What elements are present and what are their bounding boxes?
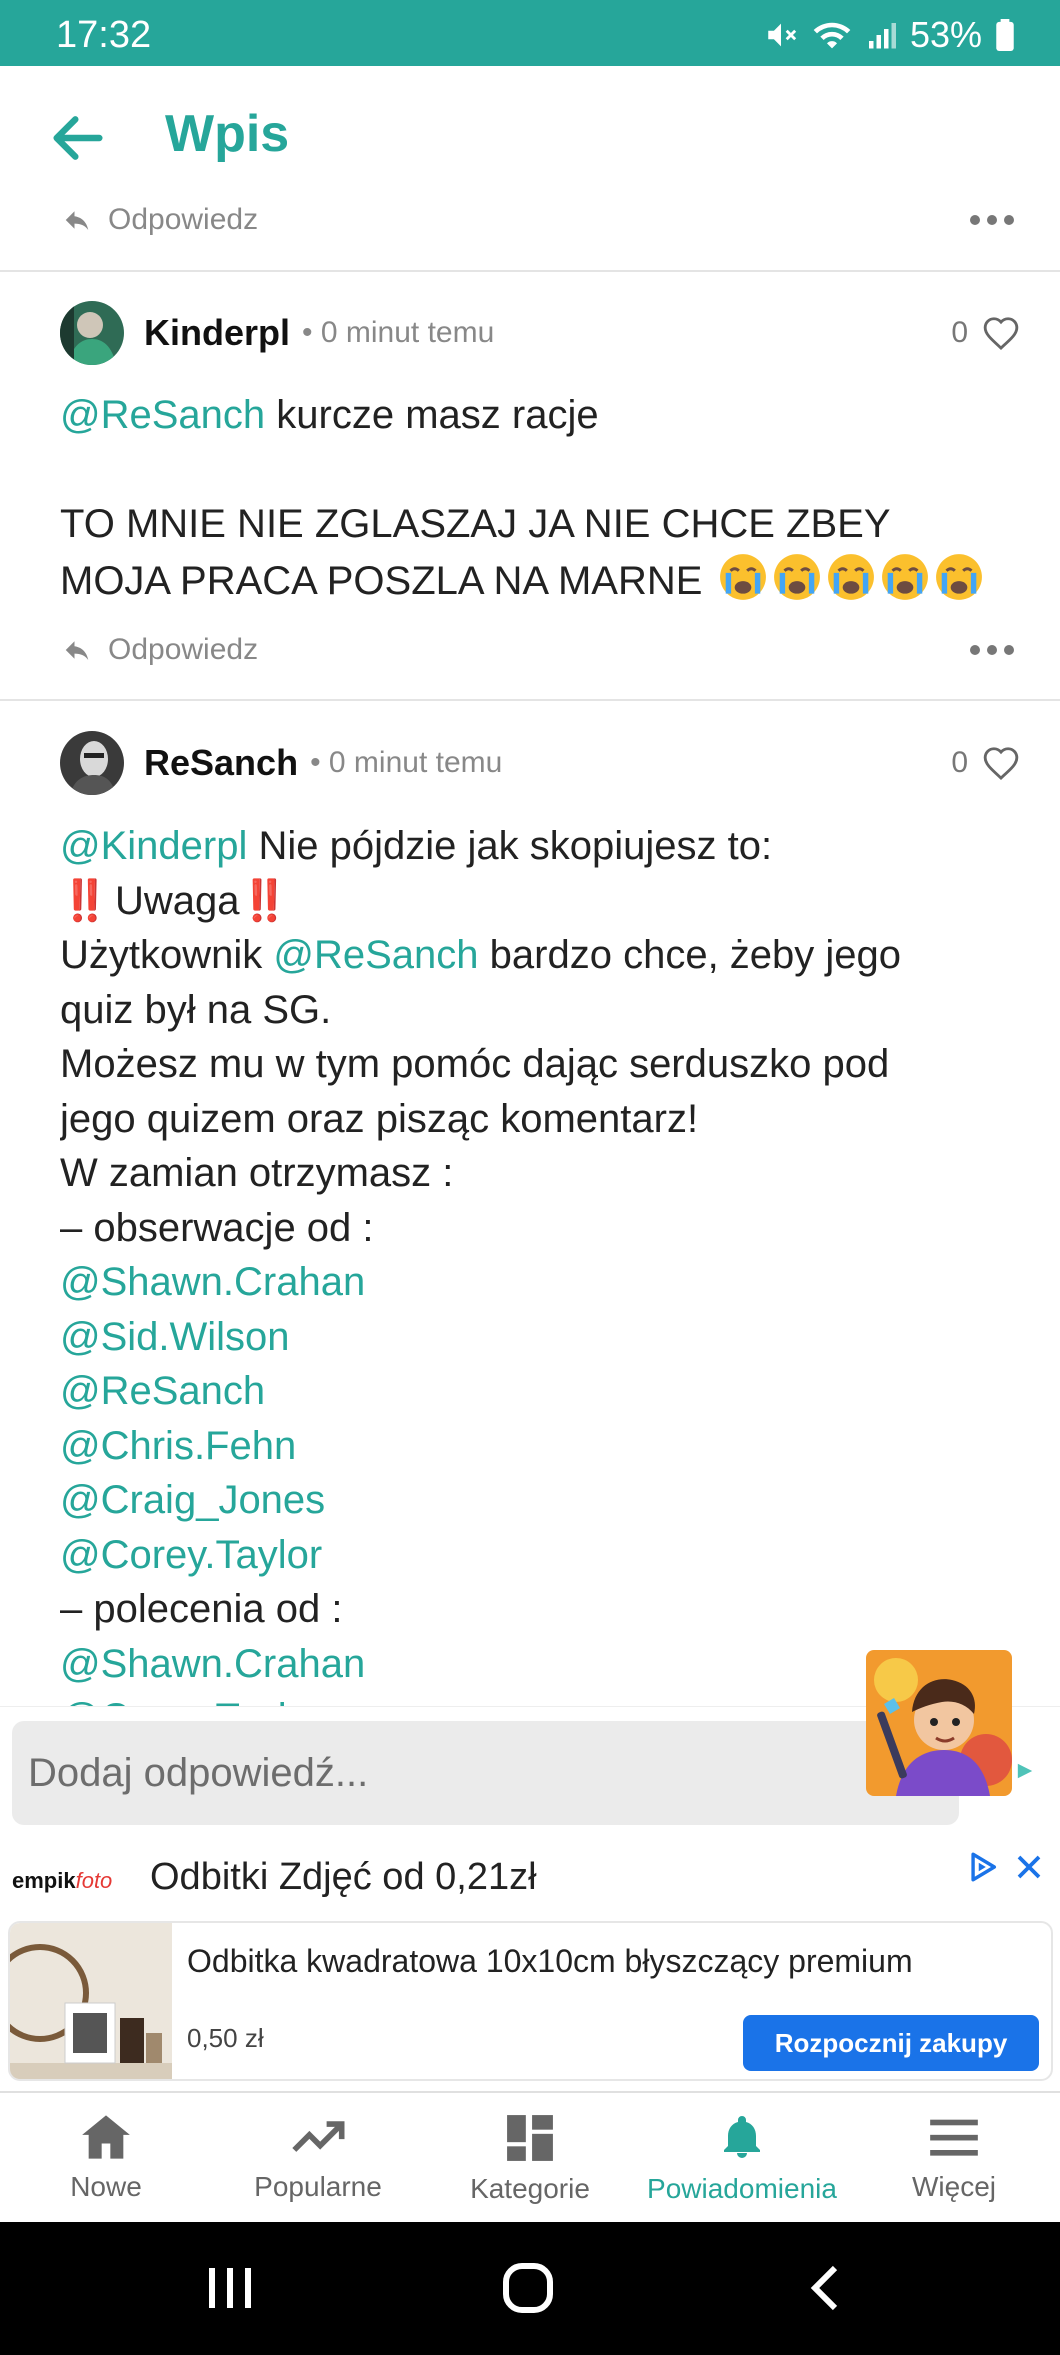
reply-icon xyxy=(65,641,89,660)
reply-button[interactable]: Odpowiedz xyxy=(60,195,258,245)
comment-author[interactable]: Kinderpl xyxy=(144,312,290,354)
ad-indicator-icon xyxy=(1017,1763,1033,1779)
like-count: 0 xyxy=(951,316,968,349)
bell-icon xyxy=(724,2116,760,2158)
reply-input[interactable] xyxy=(12,1721,959,1825)
crying-emoji-icon xyxy=(935,553,982,600)
comment-header: ReSanch • 0 minut temu xyxy=(60,730,502,796)
nav-item-kategorie[interactable]: Kategorie xyxy=(424,2093,636,2222)
crying-emoji-icon xyxy=(827,553,874,600)
comment-text: @ReSanch kurcze masz racje TO MNIE NIE Z… xyxy=(60,388,1020,608)
double-exclamation-icon: ‼️ xyxy=(239,878,289,923)
bottom-navigation: Nowe Popularne Kategorie Powiadomienia W… xyxy=(0,2091,1060,2222)
ad-product-title: Odbitka kwadratowa 10x10cm błyszczący pr… xyxy=(187,1943,913,1979)
like-group[interactable]: 0 xyxy=(951,738,1020,788)
ad-banner: empikfoto Odbitki Zdjęć od 0,21zł Odbitk… xyxy=(0,1826,1060,2091)
reply-label: Odpowiedz xyxy=(108,633,259,666)
home-icon xyxy=(82,2115,130,2159)
ad-card[interactable]: Odbitka kwadratowa 10x10cm błyszczący pr… xyxy=(8,1921,1053,2081)
battery-text: 53% xyxy=(909,14,982,55)
nav-item-wiecej[interactable]: Więcej xyxy=(848,2093,1060,2222)
page-title: Wpis xyxy=(165,105,290,163)
status-icons: 53% xyxy=(764,14,1014,56)
mention-link[interactable]: @ReSanch xyxy=(60,393,265,437)
menu-icon xyxy=(930,2119,978,2156)
nav-item-powiadomienia[interactable]: Powiadomienia xyxy=(636,2093,848,2222)
mention-link[interactable]: @Corey.Taylor xyxy=(60,1528,1020,1583)
ad-cta-button[interactable]: Rozpocznij zakupy xyxy=(743,2015,1039,2071)
comment-text: @Kinderpl Nie pójdzie jak skopiujesz to:… xyxy=(60,819,1020,1706)
mention-link[interactable]: @Kinderpl xyxy=(60,824,247,868)
ad-product-image xyxy=(10,1923,172,2079)
wifi-icon xyxy=(813,22,851,49)
ad-headline[interactable]: Odbitki Zdjęć od 0,21zł xyxy=(150,1856,537,1899)
mention-link[interactable]: @ReSanch xyxy=(273,933,478,977)
back-button-icon[interactable] xyxy=(805,2260,845,2316)
heart-icon[interactable] xyxy=(982,315,1020,351)
avatar[interactable] xyxy=(60,301,124,365)
nav-item-popularne[interactable]: Popularne xyxy=(212,2093,424,2222)
reply-button[interactable]: Odpowiedz xyxy=(60,625,258,675)
crying-emoji-icon xyxy=(773,553,820,600)
mute-icon xyxy=(768,23,797,47)
status-time: 17:32 xyxy=(56,14,152,56)
divider xyxy=(0,699,1060,701)
mention-link[interactable]: @Chris.Fehn xyxy=(60,1419,1020,1474)
mention-link[interactable]: @Sid.Wilson xyxy=(60,1310,1020,1365)
ad-close-icon[interactable] xyxy=(1014,1852,1044,1882)
nav-item-nowe[interactable]: Nowe xyxy=(0,2093,212,2222)
more-options-icon[interactable] xyxy=(962,200,1022,240)
comment-line: MOJA PRACA POSZLA NA MARNE xyxy=(60,558,703,603)
home-button-icon[interactable] xyxy=(500,2260,556,2316)
like-group[interactable]: 0 xyxy=(951,308,1020,358)
ad-price: 0,50 zł xyxy=(187,2023,264,2053)
grid-icon xyxy=(507,2115,553,2161)
more-options-icon[interactable] xyxy=(962,630,1022,670)
avatar[interactable] xyxy=(60,731,124,795)
crying-emoji-icon xyxy=(881,553,928,600)
like-count: 0 xyxy=(951,746,968,779)
battery-icon xyxy=(996,19,1014,51)
reply-label: Odpowiedz xyxy=(108,203,259,236)
signal-icon xyxy=(868,23,896,49)
comment-author[interactable]: ReSanch xyxy=(144,742,298,784)
app-header: Wpis xyxy=(0,66,1060,200)
comment-time: • 0 minut temu xyxy=(302,316,495,349)
crying-emoji-icon xyxy=(719,553,766,600)
comment-header: Kinderpl • 0 minut temu xyxy=(60,300,494,366)
reply-icon xyxy=(65,211,89,230)
floating-ad-thumbnail[interactable] xyxy=(866,1650,1012,1796)
status-bar: 17:32 53% xyxy=(0,0,1060,66)
back-arrow-icon[interactable] xyxy=(46,106,110,170)
mention-link[interactable]: @Craig_Jones xyxy=(60,1473,1020,1528)
recent-apps-icon[interactable] xyxy=(205,2260,255,2316)
heart-icon[interactable] xyxy=(982,745,1020,781)
double-exclamation-icon: ‼️ xyxy=(60,878,110,923)
system-navigation-bar xyxy=(0,2222,1060,2355)
mention-link[interactable]: @Shawn.Crahan xyxy=(60,1255,1020,1310)
comment-line: TO MNIE NIE ZGLASZAJ JA NIE CHCE ZBEY xyxy=(60,502,891,546)
mention-link[interactable]: @ReSanch xyxy=(60,1364,1020,1419)
adchoices-icon[interactable] xyxy=(966,1850,1000,1884)
advertiser-logo[interactable]: empikfoto xyxy=(12,1868,112,1894)
divider xyxy=(0,270,1060,272)
trending-icon xyxy=(292,2121,345,2152)
comment-time: • 0 minut temu xyxy=(310,746,503,779)
